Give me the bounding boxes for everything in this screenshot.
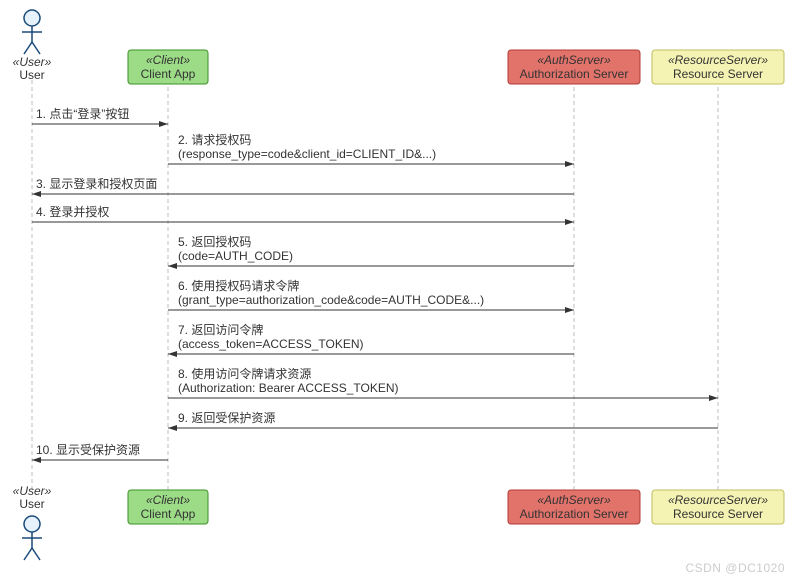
- auth-top-stereo: «AuthServer»: [537, 53, 611, 67]
- svg-text:(code=AUTH_CODE): (code=AUTH_CODE): [178, 249, 293, 263]
- svg-text:(response_type=code&client_id=: (response_type=code&client_id=CLIENT_ID&…: [178, 147, 436, 161]
- svg-text:10. 显示受保护资源: 10. 显示受保护资源: [36, 443, 140, 457]
- client-top-name: Client App: [141, 67, 196, 81]
- watermark: CSDN @DC1020: [685, 561, 785, 575]
- message-8: 8. 使用访问令牌请求资源 (Authorization: Bearer ACC…: [168, 366, 718, 398]
- user-top-name: User: [19, 68, 44, 82]
- svg-text:6. 使用授权码请求令牌: 6. 使用授权码请求令牌: [178, 278, 299, 293]
- svg-text:4. 登录并授权: 4. 登录并授权: [36, 204, 109, 219]
- participant-client-bottom: «Client» Client App: [128, 490, 208, 524]
- svg-text:1. 点击“登录”按钮: 1. 点击“登录”按钮: [36, 106, 129, 121]
- participant-auth-top: «AuthServer» Authorization Server: [508, 50, 640, 84]
- user-bottom-stereo: «User»: [13, 484, 52, 498]
- auth-top-name: Authorization Server: [520, 67, 629, 81]
- participant-user-top: «User» User: [13, 10, 52, 82]
- client-top-stereo: «Client»: [146, 53, 190, 67]
- message-6: 6. 使用授权码请求令牌 (grant_type=authorization_c…: [168, 278, 574, 310]
- message-1: 1. 点击“登录”按钮: [32, 106, 168, 124]
- resource-bottom-stereo: «ResourceServer»: [668, 493, 768, 507]
- message-7: 7. 返回访问令牌 (access_token=ACCESS_TOKEN): [168, 322, 574, 354]
- participant-auth-bottom: «AuthServer» Authorization Server: [508, 490, 640, 524]
- user-top-stereo: «User»: [13, 55, 52, 69]
- message-10: 10. 显示受保护资源: [32, 443, 168, 460]
- message-5: 5. 返回授权码 (code=AUTH_CODE): [168, 234, 574, 266]
- resource-top-stereo: «ResourceServer»: [668, 53, 768, 67]
- client-bottom-name: Client App: [141, 507, 196, 521]
- client-bottom-stereo: «Client»: [146, 493, 190, 507]
- user-bottom-name: User: [19, 497, 44, 511]
- svg-text:2. 请求授权码: 2. 请求授权码: [178, 132, 251, 147]
- svg-text:5. 返回授权码: 5. 返回授权码: [178, 234, 251, 249]
- participant-user-bottom: «User» User: [13, 484, 52, 560]
- svg-text:3. 显示登录和授权页面: 3. 显示登录和授权页面: [36, 176, 157, 191]
- message-3: 3. 显示登录和授权页面: [32, 176, 574, 194]
- message-9: 9. 返回受保护资源: [168, 411, 718, 428]
- participant-resource-bottom: «ResourceServer» Resource Server: [652, 490, 784, 524]
- svg-text:(grant_type=authorization_code: (grant_type=authorization_code&code=AUTH…: [178, 293, 484, 307]
- participant-client-top: «Client» Client App: [128, 50, 208, 84]
- auth-bottom-stereo: «AuthServer»: [537, 493, 611, 507]
- svg-text:8. 使用访问令牌请求资源: 8. 使用访问令牌请求资源: [178, 366, 311, 381]
- svg-text:(access_token=ACCESS_TOKEN): (access_token=ACCESS_TOKEN): [178, 337, 364, 351]
- svg-text:7. 返回访问令牌: 7. 返回访问令牌: [178, 322, 263, 337]
- resource-bottom-name: Resource Server: [673, 507, 763, 521]
- resource-top-name: Resource Server: [673, 67, 763, 81]
- svg-text:9. 返回受保护资源: 9. 返回受保护资源: [178, 411, 275, 425]
- message-2: 2. 请求授权码 (response_type=code&client_id=C…: [168, 132, 574, 164]
- auth-bottom-name: Authorization Server: [520, 507, 629, 521]
- svg-text:(Authorization: Bearer ACCESS_: (Authorization: Bearer ACCESS_TOKEN): [178, 381, 399, 395]
- participant-resource-top: «ResourceServer» Resource Server: [652, 50, 784, 84]
- message-4: 4. 登录并授权: [32, 204, 574, 222]
